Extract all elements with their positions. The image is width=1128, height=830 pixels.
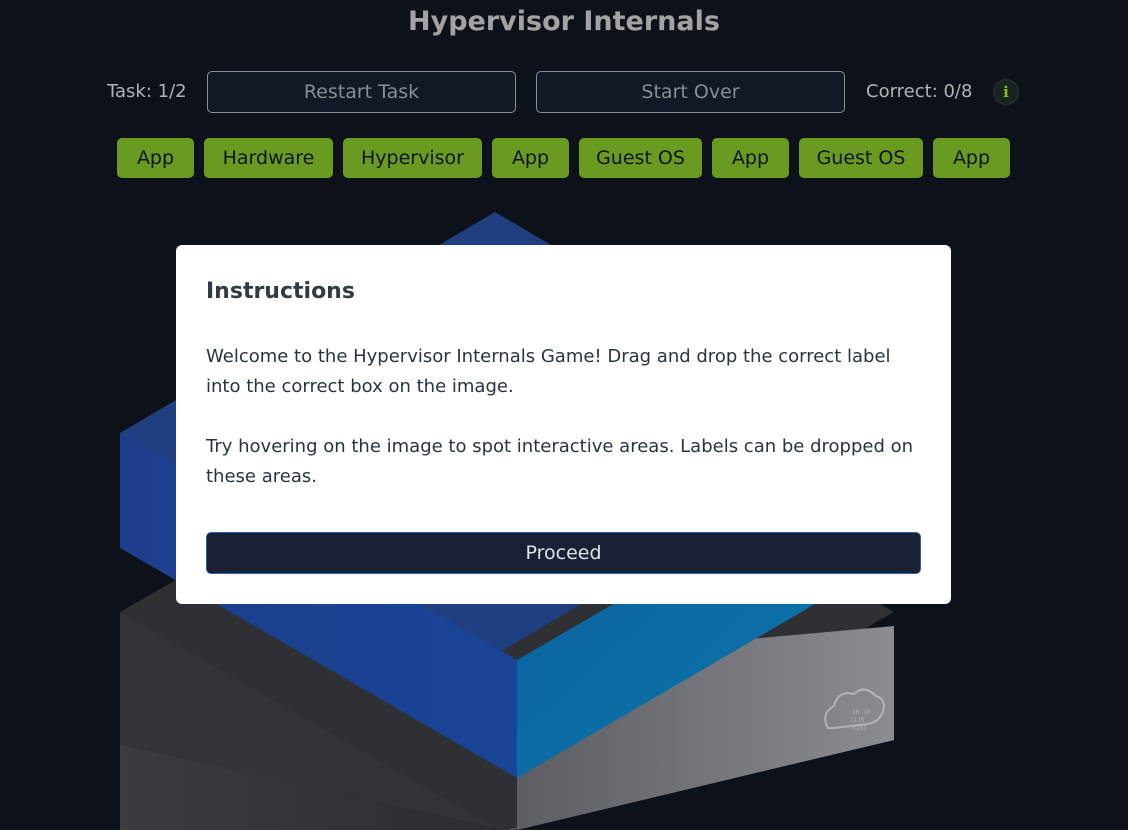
label-hypervisor[interactable]: Hypervisor xyxy=(343,138,482,178)
label-hardware[interactable]: Hardware xyxy=(204,138,333,178)
label-app-1[interactable]: App xyxy=(117,138,194,178)
start-over-button[interactable]: Start Over xyxy=(536,71,845,113)
game-controls: Task: 1/2 Restart Task Start Over Correc… xyxy=(0,71,1128,113)
svg-text:10 10: 10 10 xyxy=(852,709,870,716)
game-screen: 10 10 1110 0101 Hypervisor Internals Tas… xyxy=(0,0,1128,830)
modal-title: Instructions xyxy=(206,279,355,304)
modal-paragraph-2: Try hovering on the image to spot intera… xyxy=(206,436,914,487)
page-title: Hypervisor Internals xyxy=(408,6,720,37)
label-app-2[interactable]: App xyxy=(492,138,569,178)
svg-text:0101: 0101 xyxy=(852,725,867,732)
modal-paragraph-1: Welcome to the Hypervisor Internals Game… xyxy=(206,346,891,397)
instructions-modal: Instructions Welcome to the Hypervisor I… xyxy=(176,245,951,604)
svg-text:1110: 1110 xyxy=(850,717,865,724)
restart-task-button[interactable]: Restart Task xyxy=(207,71,516,113)
correct-counter: Correct: 0/8 xyxy=(866,81,973,102)
proceed-button[interactable]: Proceed xyxy=(206,532,921,574)
label-app-4[interactable]: App xyxy=(933,138,1010,178)
label-app-3[interactable]: App xyxy=(712,138,789,178)
task-counter: Task: 1/2 xyxy=(107,81,187,102)
draggable-labels: App Hardware Hypervisor App Guest OS App… xyxy=(0,138,1128,178)
label-guest-os-2[interactable]: Guest OS xyxy=(799,138,923,178)
label-guest-os-1[interactable]: Guest OS xyxy=(579,138,702,178)
info-icon[interactable]: i xyxy=(993,79,1019,105)
